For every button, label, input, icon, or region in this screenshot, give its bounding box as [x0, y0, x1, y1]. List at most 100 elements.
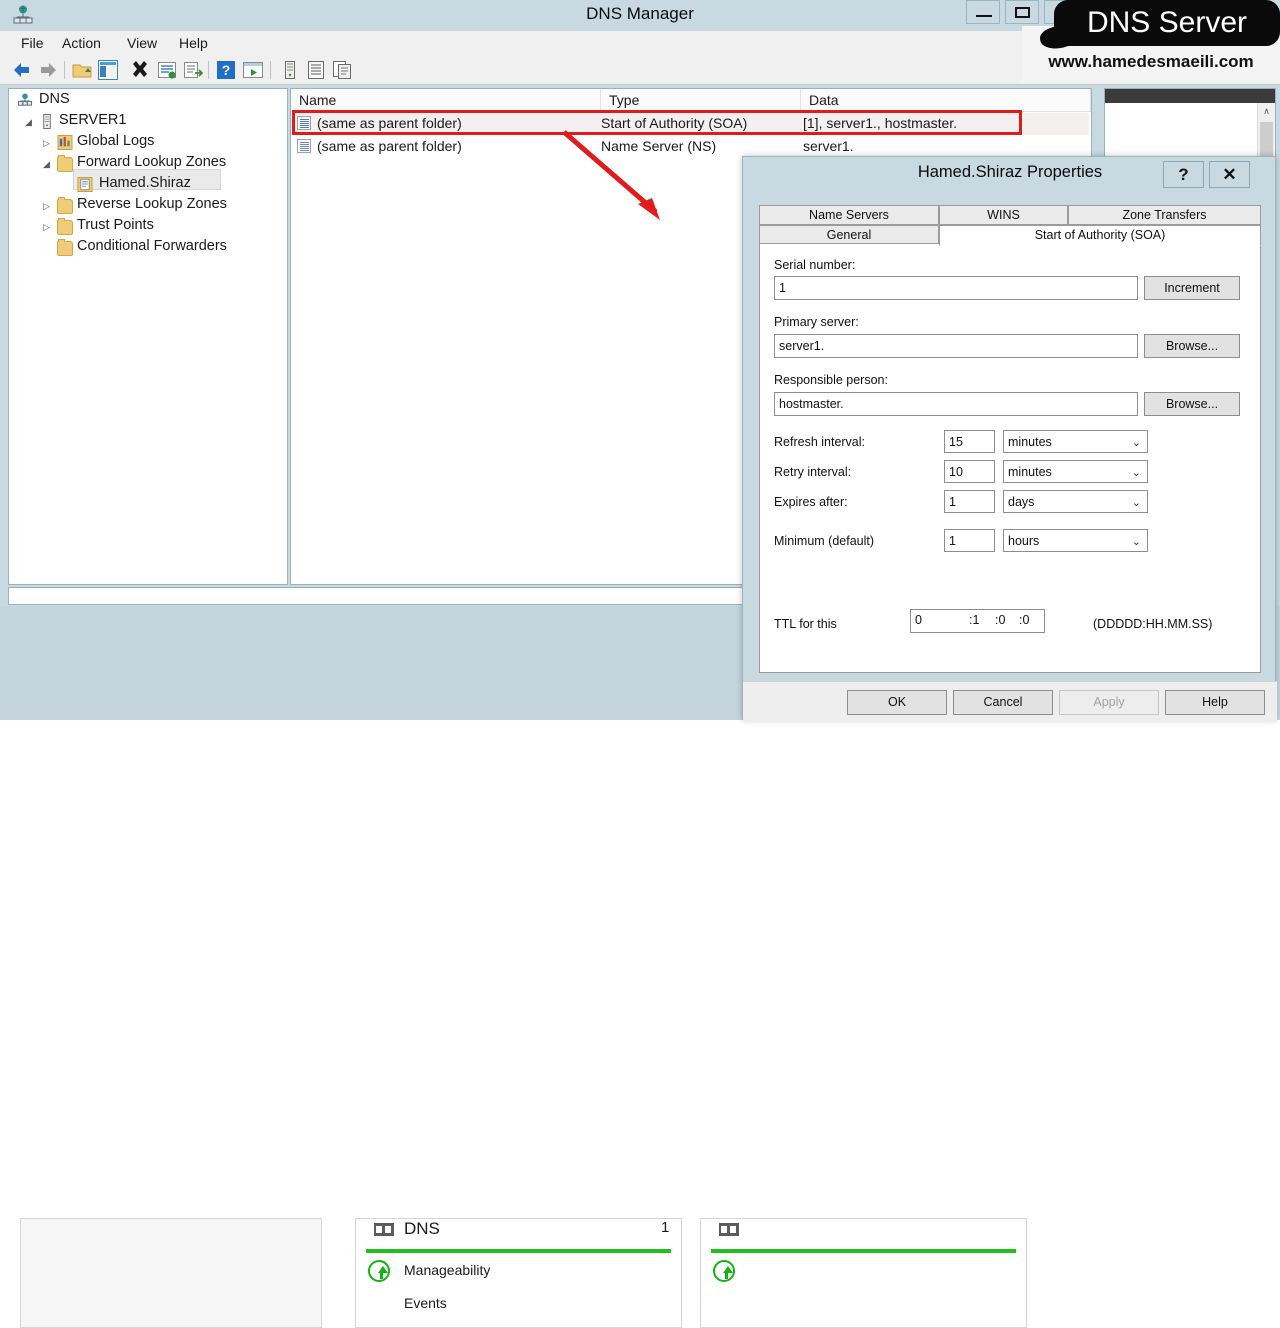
minimum-default-field[interactable]: 1 [944, 529, 995, 552]
refresh-interval-field[interactable]: 15 [944, 430, 995, 453]
up-folder-icon[interactable] [72, 60, 92, 80]
serial-number-label: Serial number: [774, 258, 856, 272]
tree-label-dns: DNS [39, 91, 70, 107]
restore-icon [1015, 7, 1030, 18]
column-header-type[interactable]: Type [601, 89, 801, 112]
server-icon [43, 114, 51, 129]
list-icon[interactable] [306, 60, 326, 80]
folder-icon [57, 155, 73, 172]
ttl-format-hint: (DDDDD:HH.MM.SS) [1093, 617, 1213, 631]
tree-label-reverse-lookup-zones: Reverse Lookup Zones [77, 196, 227, 212]
tree-expander-collapsed-icon[interactable]: ▷ [43, 138, 50, 149]
dialog-help-button[interactable]: ? [1163, 161, 1204, 188]
dns-tile-item-events[interactable]: Events [404, 1295, 447, 1311]
maximize-restore-button[interactable] [1005, 0, 1039, 24]
dns-root-icon [17, 93, 33, 106]
logs-icon [57, 135, 73, 150]
dns-tile-status-bar [366, 1249, 671, 1253]
refresh-interval-label: Refresh interval: [774, 435, 866, 449]
minimum-default-unit-select[interactable]: hours ⌄ [1003, 529, 1148, 552]
tree-expander-expanded-icon[interactable]: ◢ [43, 159, 50, 170]
delete-icon[interactable] [130, 60, 150, 80]
menu-view[interactable]: View [120, 34, 164, 52]
server-manager-tile-dns[interactable]: DNS 1 Manageability Events [355, 1218, 682, 1328]
forward-arrow-icon[interactable] [38, 60, 58, 80]
export-list-icon[interactable] [183, 60, 203, 80]
column-header-name[interactable]: Name [291, 89, 601, 112]
run-icon[interactable] [243, 60, 263, 80]
close-icon: ✕ [1055, 4, 1067, 19]
tab-general[interactable]: General [759, 225, 939, 245]
chevron-down-icon: ⌄ [1131, 536, 1141, 548]
retry-interval-field[interactable]: 10 [944, 460, 995, 483]
folder-icon [57, 218, 73, 235]
cell-name: (same as parent folder) [317, 138, 462, 154]
serial-number-field[interactable]: 1 [774, 276, 1138, 300]
tab-name-servers[interactable]: Name Servers [759, 205, 939, 225]
dns-tile-count: 1 [661, 1219, 670, 1236]
tree-expander-collapsed-icon[interactable]: ▷ [43, 222, 50, 233]
show-hide-tree-icon[interactable] [98, 60, 118, 80]
ttl-days: 0 [915, 613, 922, 627]
ttl-field[interactable]: 0 :1 :0 :0 [910, 609, 1045, 633]
help-icon[interactable]: ? [216, 60, 236, 80]
dns-tile-item-manageability[interactable]: Manageability [404, 1262, 490, 1278]
close-button[interactable]: ✕ [1044, 0, 1078, 24]
expires-after-label: Expires after: [774, 495, 848, 509]
copy-icon[interactable] [332, 60, 352, 80]
tree-label-hamed-shiraz: Hamed.Shiraz [99, 175, 191, 191]
tab-panel-start-of-authority: Serial number: 1 Increment Primary serve… [759, 243, 1261, 673]
ok-button[interactable]: OK [847, 690, 947, 715]
refresh-interval-unit-select[interactable]: minutes ⌄ [1003, 430, 1148, 453]
scroll-up-icon[interactable]: ∧ [1258, 103, 1275, 120]
primary-server-field[interactable]: server1. [774, 334, 1138, 358]
help-button[interactable]: Help [1165, 690, 1265, 715]
actions-pane-header [1105, 89, 1275, 103]
back-arrow-icon[interactable] [12, 60, 32, 80]
responsible-person-field[interactable]: hostmaster. [774, 392, 1138, 416]
cancel-button[interactable]: Cancel [953, 690, 1053, 715]
server-icon[interactable] [280, 60, 300, 80]
properties-icon[interactable] [157, 60, 177, 80]
minimize-icon [976, 15, 992, 17]
tab-start-of-authority[interactable]: Start of Authority (SOA) [939, 225, 1261, 246]
minimize-button[interactable] [966, 0, 1000, 24]
menu-help[interactable]: Help [172, 34, 215, 52]
cell-data: server1. [803, 138, 854, 154]
expires-after-unit-select[interactable]: days ⌄ [1003, 490, 1148, 513]
table-row[interactable]: (same as parent folder) Name Server (NS)… [291, 136, 1089, 158]
server-manager-tile-next[interactable] [700, 1218, 1027, 1328]
window-title: DNS Manager [586, 4, 694, 23]
responsible-person-browse-button[interactable]: Browse... [1144, 392, 1240, 416]
column-header-data[interactable]: Data [801, 89, 1091, 112]
tab-wins[interactable]: WINS [939, 205, 1068, 225]
retry-interval-unit-select[interactable]: minutes ⌄ [1003, 460, 1148, 483]
primary-server-browse-button[interactable]: Browse... [1144, 334, 1240, 358]
minimum-default-label: Minimum (default) [774, 534, 875, 548]
manageability-status-icon [368, 1260, 390, 1282]
tree-label-conditional-forwarders: Conditional Forwarders [77, 238, 227, 254]
tree-expander-expanded-icon[interactable]: ◢ [25, 117, 32, 128]
increment-button[interactable]: Increment [1144, 276, 1240, 300]
tree-expander-collapsed-icon[interactable]: ▷ [43, 201, 50, 212]
refresh-interval-unit-value: minutes [1008, 435, 1052, 449]
tab-zone-transfers[interactable]: Zone Transfers [1068, 205, 1261, 225]
zone-properties-dialog: Hamed.Shiraz Properties ? ✕ Name Servers… [742, 156, 1277, 722]
chevron-down-icon: ⌄ [1131, 497, 1141, 509]
table-row[interactable]: (same as parent folder) Start of Authori… [291, 113, 1089, 135]
folder-icon [57, 197, 73, 214]
menu-file[interactable]: File [14, 34, 51, 52]
dialog-close-button[interactable]: ✕ [1209, 161, 1250, 188]
ttl-hours: :1 [969, 613, 980, 627]
minimum-default-unit-value: hours [1008, 534, 1040, 548]
console-tree-pane[interactable]: DNS ◢ SERVER1 ▷ Global Logs ◢ Forward Lo… [8, 88, 288, 585]
chevron-down-icon: ⌄ [1131, 467, 1141, 479]
folder-icon [57, 239, 73, 256]
toolbar-separator-1 [64, 61, 65, 79]
menu-action[interactable]: Action [55, 34, 108, 52]
cell-type: Start of Authority (SOA) [601, 115, 748, 131]
ttl-label: TTL for this [774, 617, 837, 631]
cell-data: [1], server1., hostmaster. [803, 115, 958, 131]
menubar: File Action View Help [0, 31, 1280, 57]
expires-after-field[interactable]: 1 [944, 490, 995, 513]
